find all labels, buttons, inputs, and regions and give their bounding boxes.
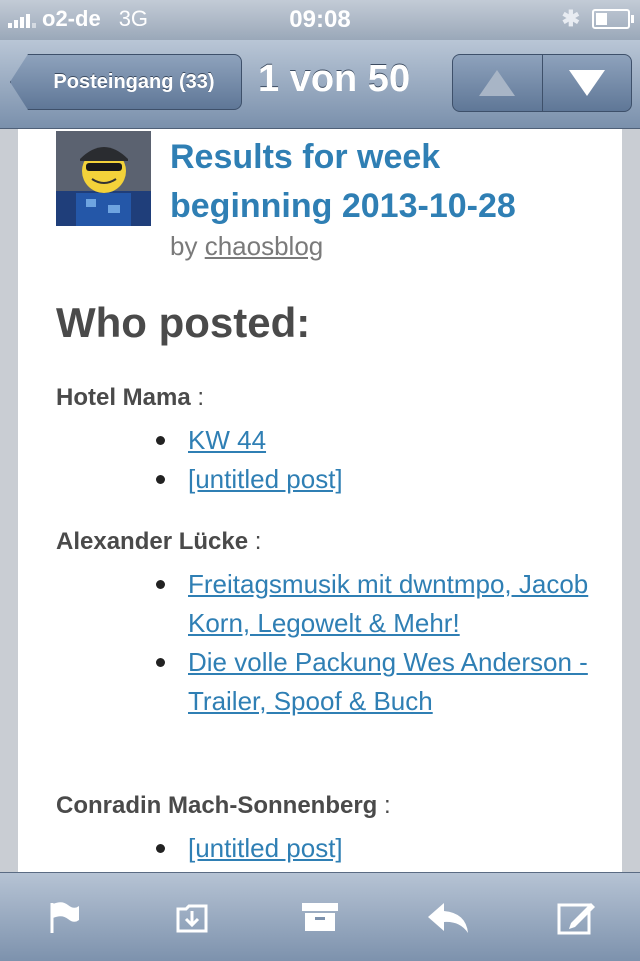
archive-button[interactable] <box>290 887 350 947</box>
post-link[interactable]: [untitled post] <box>188 464 343 494</box>
author-entry: Conradin Mach-Sonnenberg : <box>56 792 391 819</box>
move-to-folder-icon <box>176 904 208 933</box>
post-title: Results for week beginning 2013-10-28 <box>170 138 516 225</box>
reply-icon <box>428 903 468 933</box>
byline-prefix: by <box>170 231 198 261</box>
flag-icon <box>50 902 79 933</box>
post-list: Freitagsmusik mit dwntmpo, Jacob Korn, L… <box>148 565 608 721</box>
arrow-up-icon <box>479 70 516 96</box>
message-body[interactable]: Results for week beginning 2013-10-28 by… <box>18 129 622 872</box>
clock: 09:08 <box>289 6 351 33</box>
bottom-toolbar <box>0 872 640 961</box>
author-avatar <box>56 131 151 226</box>
archive-icon <box>302 903 338 931</box>
list-item: [untitled post] <box>148 460 608 499</box>
post-link[interactable]: Freitagsmusik mit dwntmpo, Jacob Korn, L… <box>188 569 588 638</box>
list-item: KW 44 <box>148 421 608 460</box>
flag-button[interactable] <box>34 887 94 947</box>
compose-icon <box>557 903 595 935</box>
arrow-down-icon <box>568 70 605 96</box>
post-link[interactable]: Die volle Packung Wes Anderson - Trailer… <box>188 647 588 716</box>
post-list: KW 44 [untitled post] <box>148 421 608 499</box>
list-item: Die volle Packung Wes Anderson - Trailer… <box>148 643 608 721</box>
post-list: [untitled post] <box>148 829 608 868</box>
previous-message-button[interactable] <box>453 55 542 111</box>
author-entry: Hotel Mama : <box>56 384 205 411</box>
list-item: Freitagsmusik mit dwntmpo, Jacob Korn, L… <box>148 565 608 643</box>
back-to-inbox-button[interactable]: Posteingang (33) <box>10 54 242 110</box>
compose-button[interactable] <box>546 887 606 947</box>
next-message-button[interactable] <box>541 55 632 111</box>
reply-button[interactable] <box>418 887 478 947</box>
byline: by chaosblog <box>170 231 323 262</box>
post-link[interactable]: [untitled post] <box>188 833 343 863</box>
message-counter: 1 von 50 <box>258 58 411 100</box>
navigation-bar: Posteingang (33) 1 von 50 <box>0 40 640 129</box>
battery-icon <box>592 9 634 29</box>
post-link[interactable]: KW 44 <box>188 425 266 455</box>
message-navigation-control <box>452 54 632 112</box>
author-entry: Alexander Lücke : <box>56 528 262 555</box>
move-to-folder-button[interactable] <box>162 887 222 947</box>
bluetooth-icon: ✱ <box>561 6 580 31</box>
author-link[interactable]: chaosblog <box>205 231 324 261</box>
status-bar: o2-de 3G 09:08 ✱ <box>0 0 640 40</box>
section-heading: Who posted: <box>56 299 311 346</box>
list-item: [untitled post] <box>148 829 608 868</box>
